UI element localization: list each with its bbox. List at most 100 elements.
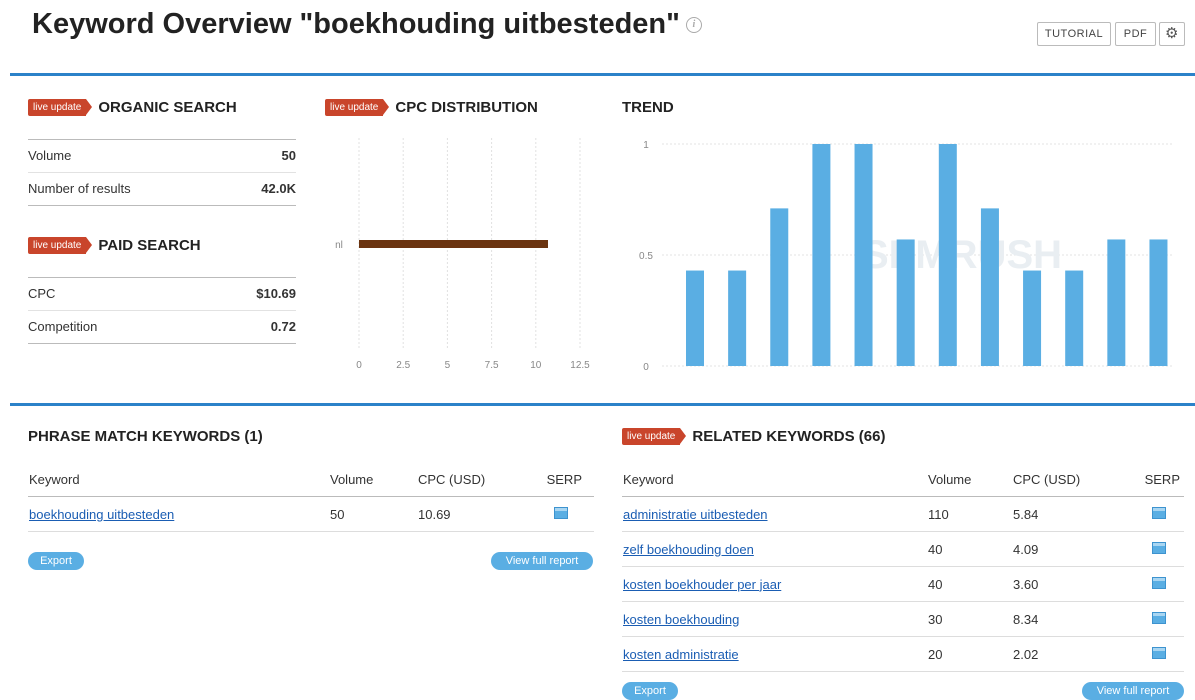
column-header-volume[interactable]: Volume	[329, 462, 417, 497]
table-header-row: Keyword Volume CPC (USD) SERP	[622, 462, 1184, 497]
cpc-distribution-chart: 0 2.5 5 7.5 10 12.5 nl	[335, 138, 590, 371]
column-header-keyword[interactable]: Keyword	[622, 462, 927, 497]
metric-label: CPC	[28, 286, 56, 301]
x-tick-label: 10	[530, 360, 542, 371]
x-tick-label: 12.5	[570, 360, 590, 371]
table-row: zelf boekhouding doen 40 4.09	[622, 531, 1184, 567]
trend-bar	[812, 144, 831, 366]
volume-cell: 20	[927, 636, 1012, 672]
y-tick-label: 0	[643, 362, 649, 373]
related-keywords-table: Keyword Volume CPC (USD) SERP administra…	[622, 462, 1184, 672]
trend-bar	[1149, 239, 1168, 366]
export-button[interactable]: Export	[622, 682, 678, 700]
keyword-link[interactable]: kosten boekhouder per jaar	[623, 577, 781, 592]
table-row: administratie uitbesteden 110 5.84	[622, 496, 1184, 532]
column-header-cpc[interactable]: CPC (USD)	[1012, 462, 1124, 497]
paid-metrics: CPC $10.69 Competition 0.72	[28, 277, 296, 344]
live-update-badge[interactable]: live update	[28, 237, 93, 255]
y-category-label: nl	[335, 240, 343, 251]
volume-cell: 40	[927, 531, 1012, 567]
y-tick-label: 1	[643, 140, 649, 151]
column-header-serp: SERP	[532, 462, 594, 497]
settings-button[interactable]: ⚙	[1159, 22, 1185, 46]
keyword-link[interactable]: administratie uitbesteden	[623, 507, 768, 522]
column-header-cpc[interactable]: CPC (USD)	[417, 462, 532, 497]
metric-value: 0.72	[270, 319, 296, 334]
cpc-cell: 3.60	[1012, 566, 1124, 602]
info-icon[interactable]: i	[685, 17, 702, 34]
cpc-cell: 2.02	[1012, 636, 1124, 672]
trend-header: TREND	[622, 99, 674, 117]
x-tick-label: 5	[445, 360, 451, 371]
phrase-match-header: PHRASE MATCH KEYWORDS (1)	[28, 428, 263, 446]
trend-bar	[1065, 270, 1084, 366]
metric-value: $10.69	[256, 286, 296, 301]
volume-cell: 110	[927, 496, 1012, 532]
serp-table-icon[interactable]	[1152, 576, 1166, 589]
view-full-report-button[interactable]: View full report	[491, 552, 593, 570]
view-full-report-button[interactable]: View full report	[1082, 682, 1184, 700]
paid-search-title: PAID SEARCH	[98, 237, 201, 254]
trend-bar	[686, 270, 704, 366]
x-tick-label: 7.5	[485, 360, 499, 371]
y-tick-label: 0.5	[639, 251, 653, 262]
trend-bar	[1107, 239, 1126, 366]
phrase-match-table: Keyword Volume CPC (USD) SERP boekhoudin…	[28, 462, 594, 532]
trend-bar	[980, 208, 999, 366]
metric-label: Competition	[28, 319, 98, 334]
column-header-keyword[interactable]: Keyword	[28, 462, 329, 497]
trend-bar	[854, 144, 873, 366]
live-update-badge[interactable]: live update	[325, 99, 390, 117]
cpc-distribution-title: CPC DISTRIBUTION	[395, 99, 538, 116]
pdf-button[interactable]: PDF	[1115, 22, 1156, 46]
trend-bar	[770, 208, 789, 366]
export-button[interactable]: Export	[28, 552, 84, 570]
keyword-link[interactable]: kosten boekhouding	[623, 612, 739, 627]
middle-divider	[10, 403, 1195, 406]
related-keywords-title: RELATED KEYWORDS (66)	[692, 428, 886, 445]
serp-table-icon[interactable]	[1152, 541, 1166, 554]
page-title: Keyword Overview "boekhouding uitbestede…	[32, 8, 702, 41]
organic-search-header: live update ORGANIC SEARCH	[28, 99, 237, 117]
cpc-bar	[359, 240, 548, 248]
trend-bar	[728, 270, 747, 366]
volume-cell: 40	[927, 566, 1012, 602]
table-row: boekhouding uitbesteden 50 10.69	[28, 496, 594, 532]
serp-table-icon[interactable]	[1152, 506, 1166, 519]
serp-table-icon[interactable]	[1152, 611, 1166, 624]
top-divider	[10, 73, 1195, 76]
table-header-row: Keyword Volume CPC (USD) SERP	[28, 462, 594, 497]
keyword-link[interactable]: kosten administratie	[623, 647, 739, 662]
organic-search-title: ORGANIC SEARCH	[98, 99, 237, 116]
table-row: kosten boekhouder per jaar 40 3.60	[622, 566, 1184, 602]
cpc-cell: 4.09	[1012, 531, 1124, 567]
x-tick-label: 2.5	[396, 360, 410, 371]
table-row: kosten administratie 20 2.02	[622, 636, 1184, 672]
serp-table-icon[interactable]	[1152, 646, 1166, 659]
metric-row: Competition 0.72	[28, 311, 296, 344]
keyword-link[interactable]: boekhouding uitbesteden	[29, 507, 174, 522]
tutorial-button[interactable]: TUTORIAL	[1037, 22, 1111, 46]
trend-bar	[896, 239, 915, 366]
metric-row: Volume 50	[28, 140, 296, 173]
live-update-badge[interactable]: live update	[622, 428, 687, 446]
keyword-link[interactable]: zelf boekhouding doen	[623, 542, 754, 557]
metric-value: 42.0K	[261, 181, 296, 196]
semrush-watermark: SEMRUSH	[862, 233, 1062, 277]
paid-search-header: live update PAID SEARCH	[28, 237, 201, 255]
live-update-badge[interactable]: live update	[28, 99, 93, 117]
phrase-match-title: PHRASE MATCH KEYWORDS (1)	[28, 428, 263, 445]
trend-bar	[938, 144, 957, 366]
cpc-cell: 5.84	[1012, 496, 1124, 532]
cpc-cell: 10.69	[417, 496, 532, 532]
cpc-cell: 8.34	[1012, 601, 1124, 637]
column-header-volume[interactable]: Volume	[927, 462, 1012, 497]
trend-chart: 0 0.5 1 SEMRUSH	[639, 140, 1174, 373]
metric-row: CPC $10.69	[28, 278, 296, 311]
metric-label: Volume	[28, 148, 72, 163]
table-row: kosten boekhouding 30 8.34	[622, 601, 1184, 637]
metric-row: Number of results 42.0K	[28, 173, 296, 206]
organic-metrics: Volume 50 Number of results 42.0K	[28, 139, 296, 206]
serp-table-icon[interactable]	[554, 506, 568, 519]
volume-cell: 50	[329, 496, 417, 532]
